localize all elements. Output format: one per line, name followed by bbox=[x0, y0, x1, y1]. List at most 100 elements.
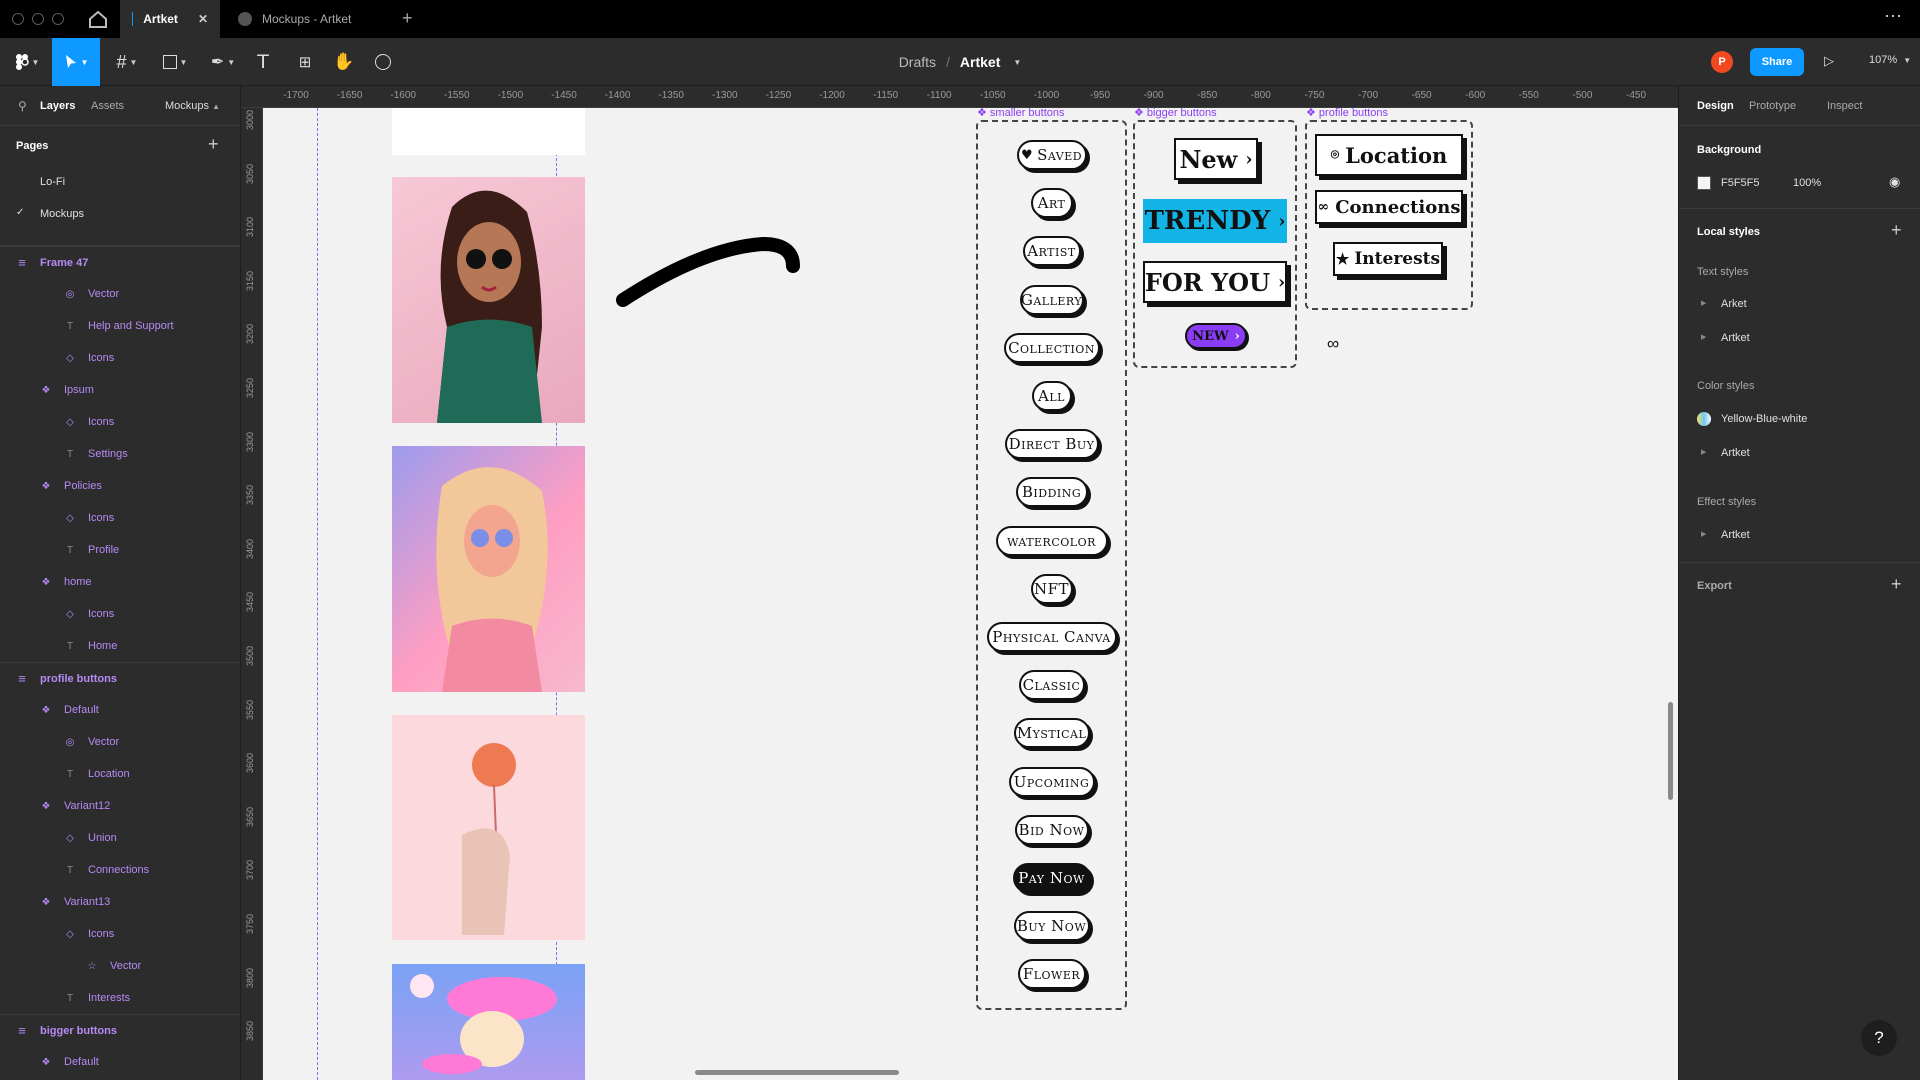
layer-row[interactable]: ◎ Vector bbox=[0, 278, 240, 310]
horizontal-scrollbar[interactable] bbox=[695, 1070, 899, 1075]
new-tab-plus-icon[interactable]: + bbox=[402, 8, 413, 29]
pill-button[interactable]: Flower bbox=[1017, 959, 1086, 990]
layer-row[interactable]: ❖ Default bbox=[0, 694, 240, 726]
comment-tool[interactable] bbox=[371, 38, 395, 86]
big-button-new[interactable]: New › bbox=[1174, 138, 1258, 180]
layer-row[interactable]: ◎ Vector bbox=[0, 726, 240, 758]
layer-row[interactable]: T Connections bbox=[0, 854, 240, 886]
caret-right-icon[interactable]: ▶ bbox=[1701, 530, 1706, 538]
layer-row[interactable]: ❖ Variant13 bbox=[0, 886, 240, 918]
frame-tool[interactable]: # ▼ bbox=[108, 38, 146, 86]
shape-tool[interactable]: ▼ bbox=[156, 38, 194, 86]
background-color-swatch[interactable] bbox=[1697, 176, 1711, 190]
pill-button[interactable]: NFT bbox=[1030, 573, 1073, 604]
caret-right-icon[interactable]: ▶ bbox=[1701, 448, 1706, 456]
help-button[interactable]: ? bbox=[1861, 1020, 1897, 1056]
avatar[interactable]: P bbox=[1711, 51, 1733, 73]
artwork-woman-blonde[interactable] bbox=[392, 446, 585, 692]
tab-design[interactable]: Design bbox=[1697, 100, 1734, 112]
pen-tool[interactable]: ✒ ▼ bbox=[204, 38, 242, 86]
layer-row[interactable]: ◇ Icons bbox=[0, 918, 240, 950]
layer-row[interactable]: ❖ Default bbox=[0, 1046, 240, 1078]
present-play-icon[interactable]: ▷ bbox=[1824, 53, 1834, 69]
smaller-buttons-frame[interactable]: ♥ Saved Art Artist Gallery Collection All Direc… bbox=[976, 120, 1127, 1010]
layer-row[interactable]: ≡ profile buttons bbox=[0, 662, 240, 694]
text-tool[interactable]: T bbox=[252, 38, 274, 86]
profile-button-interests[interactable]: ★ Interests bbox=[1333, 242, 1443, 276]
file-name[interactable]: Artket bbox=[960, 54, 1000, 70]
pill-button[interactable]: Pay Now bbox=[1012, 863, 1091, 893]
smaller-buttons-label[interactable]: ❖ smaller buttons bbox=[977, 108, 1065, 119]
profile-button-connections[interactable]: ∞ Connections bbox=[1315, 190, 1463, 224]
resources-tool[interactable]: ⊞ bbox=[294, 38, 316, 86]
pill-button[interactable]: Bidding bbox=[1015, 477, 1088, 508]
layer-row[interactable]: ❖ Policies bbox=[0, 470, 240, 502]
artwork-flower-hand[interactable] bbox=[392, 715, 585, 940]
pill-button[interactable]: Classic bbox=[1018, 670, 1085, 701]
layer-row[interactable]: ◇ Icons bbox=[0, 406, 240, 438]
window-minimize-dot[interactable] bbox=[32, 13, 44, 25]
style-item-label[interactable]: Artket bbox=[1721, 447, 1750, 459]
main-menu-button[interactable]: ▼ bbox=[4, 38, 50, 86]
page-item[interactable]: ✓ Mockups bbox=[0, 198, 240, 230]
layer-row[interactable]: ❖ Variant12 bbox=[0, 790, 240, 822]
tab-prototype[interactable]: Prototype bbox=[1749, 100, 1796, 112]
chevron-down-icon[interactable]: ▼ bbox=[1013, 58, 1021, 67]
more-menu-icon[interactable]: ⋯ bbox=[1884, 6, 1903, 27]
layer-row[interactable]: ◇ Icons bbox=[0, 342, 240, 374]
big-button-for-you[interactable]: FOR YOU › bbox=[1143, 261, 1287, 303]
frame-47[interactable] bbox=[317, 108, 585, 1080]
pill-button[interactable]: Buy Now bbox=[1013, 911, 1090, 942]
pill-button[interactable]: Artist bbox=[1022, 236, 1081, 267]
window-zoom-dot[interactable] bbox=[52, 13, 64, 25]
bigger-buttons-label[interactable]: ❖ bigger buttons bbox=[1134, 108, 1217, 119]
style-item-label[interactable]: Artket bbox=[1721, 529, 1750, 541]
layer-row[interactable]: T Location bbox=[0, 758, 240, 790]
move-tool[interactable]: ▼ bbox=[52, 38, 100, 86]
background-opacity-input[interactable]: 100% bbox=[1793, 177, 1821, 189]
add-export-plus-icon[interactable]: + bbox=[1891, 574, 1902, 595]
home-icon[interactable] bbox=[86, 9, 110, 29]
style-item-label[interactable]: Artket bbox=[1721, 332, 1750, 344]
page-item[interactable]: Lo-Fi bbox=[0, 166, 240, 198]
share-button[interactable]: Share bbox=[1750, 48, 1804, 76]
artwork-card-top[interactable] bbox=[392, 108, 585, 155]
pill-button[interactable]: Direct Buy bbox=[1004, 429, 1099, 460]
tab-mockups[interactable]: Mockups - Artket bbox=[226, 0, 390, 38]
pill-button[interactable]: Art bbox=[1030, 188, 1073, 219]
layer-row[interactable]: T Profile bbox=[0, 534, 240, 566]
layer-row[interactable]: ◇ Icons bbox=[0, 502, 240, 534]
zoom-level[interactable]: 107% ▼ bbox=[1869, 54, 1911, 66]
canvas[interactable]: ❖ smaller buttons ♥ Saved Art Artist Gallery… bbox=[263, 108, 1678, 1080]
layer-row[interactable]: T Help and Support bbox=[0, 310, 240, 342]
layer-row[interactable]: ◇ Icons bbox=[0, 598, 240, 630]
search-icon[interactable]: ⚲ bbox=[18, 99, 27, 113]
layer-row[interactable]: ≡ bigger buttons bbox=[0, 1014, 240, 1046]
pill-button[interactable]: watercolor bbox=[995, 525, 1108, 556]
pill-button[interactable]: Bid Now bbox=[1014, 814, 1089, 845]
pill-button[interactable]: Gallery bbox=[1019, 284, 1084, 315]
style-item-label[interactable]: Arket bbox=[1721, 298, 1747, 310]
breadcrumb-parent[interactable]: Drafts bbox=[899, 54, 936, 70]
profile-buttons-label[interactable]: ❖ profile buttons bbox=[1306, 108, 1388, 119]
caret-right-icon[interactable]: ▶ bbox=[1701, 333, 1706, 341]
bigger-buttons-frame[interactable]: New › TRENDY › FOR YOU › NEW › bbox=[1133, 120, 1297, 368]
pill-button[interactable]: ♥ Saved bbox=[1016, 140, 1087, 170]
profile-buttons-frame[interactable]: ⌾ Location ∞ Connections ★ Interests bbox=[1305, 120, 1473, 310]
tab-artket[interactable]: Artket ✕ bbox=[120, 0, 220, 38]
layer-row[interactable]: T Settings bbox=[0, 438, 240, 470]
layer-row[interactable]: T Interests bbox=[0, 982, 240, 1014]
layer-row[interactable]: ◇ Union bbox=[0, 822, 240, 854]
page-switcher[interactable]: Mockups ▲ bbox=[165, 100, 220, 112]
window-close-dot[interactable] bbox=[12, 13, 24, 25]
add-page-plus-icon[interactable]: + bbox=[208, 134, 219, 155]
pill-button[interactable]: Mystical bbox=[1013, 718, 1090, 749]
vertical-scrollbar[interactable] bbox=[1668, 702, 1673, 800]
eye-visibility-icon[interactable]: ◉ bbox=[1889, 174, 1900, 190]
pill-button[interactable]: All bbox=[1031, 381, 1072, 411]
background-hex-input[interactable]: F5F5F5 bbox=[1721, 177, 1760, 189]
tab-assets[interactable]: Assets bbox=[91, 100, 124, 112]
pill-button[interactable]: Physical Canva bbox=[986, 622, 1117, 652]
add-style-plus-icon[interactable]: + bbox=[1891, 220, 1902, 241]
tab-layers[interactable]: Layers bbox=[40, 100, 75, 112]
